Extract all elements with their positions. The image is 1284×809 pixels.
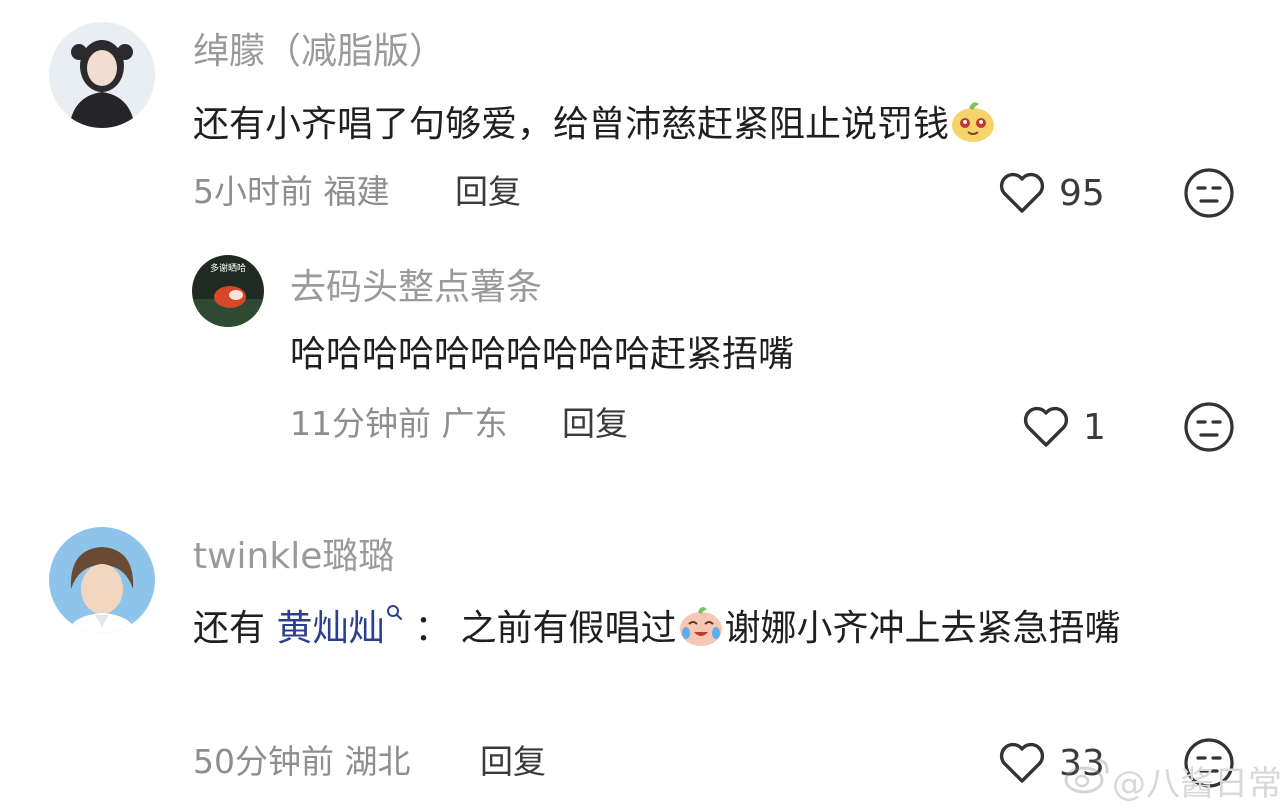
- crying-laugh-emoji-icon: [677, 600, 725, 648]
- comment-meta: 5小时前 福建: [193, 172, 390, 212]
- like-count: 95: [1059, 173, 1105, 214]
- neutral-face-icon: [1184, 402, 1234, 452]
- watermark: @八酱日常: [1112, 764, 1282, 804]
- comment-text-colon: ：: [414, 608, 451, 649]
- heart-icon: [999, 742, 1045, 783]
- comment-username[interactable]: 绰朦（减脂版）: [193, 30, 445, 74]
- comment-time: 50分钟前: [193, 742, 334, 781]
- neutral-face-icon: [1184, 168, 1234, 218]
- search-icon: [387, 605, 403, 620]
- heart-icon: [1023, 406, 1069, 447]
- comment-username[interactable]: 去码头整点薯条: [290, 266, 542, 310]
- like-button[interactable]: [996, 166, 1048, 218]
- like-button[interactable]: [1020, 400, 1072, 452]
- comment-text-mid: 之前有假唱过: [460, 608, 677, 649]
- reply-button[interactable]: 回复: [480, 742, 546, 782]
- comment-text-body: 还有小齐唱了句够爱，给曾沛慈赶紧阻止说罚钱: [193, 104, 950, 145]
- reply-button[interactable]: 回复: [562, 404, 628, 444]
- mention-link[interactable]: 黄灿灿: [276, 605, 404, 649]
- dislike-button[interactable]: [1182, 166, 1236, 220]
- comment-text-prefix: 还有: [193, 608, 277, 649]
- comment-location: 福建: [323, 172, 390, 211]
- comment-text-suffix: 谢娜小齐冲上去紧急捂嘴: [724, 608, 1121, 649]
- dislike-button[interactable]: [1182, 400, 1236, 454]
- comment-location: 广东: [441, 404, 508, 443]
- comment-meta: 50分钟前 湖北: [193, 742, 411, 782]
- comment-text: 哈哈哈哈哈哈哈哈哈哈赶紧捂嘴: [290, 334, 795, 375]
- avatar[interactable]: [49, 527, 155, 633]
- avatar[interactable]: [49, 22, 155, 128]
- avatar[interactable]: 多谢晒哈: [192, 255, 264, 327]
- avatar-caption: 多谢晒哈: [210, 262, 246, 274]
- heart-icon: [999, 172, 1045, 213]
- comment-time: 5小时前: [193, 172, 313, 211]
- comment-username[interactable]: twinkle璐璐: [193, 535, 394, 579]
- like-count: 1: [1083, 407, 1106, 448]
- cute-face-emoji-icon: [949, 96, 997, 144]
- comment-text: 还有小齐唱了句够爱，给曾沛慈赶紧阻止说罚钱: [193, 92, 997, 158]
- comment-time: 11分钟前: [290, 404, 431, 443]
- reply-button[interactable]: 回复: [455, 172, 521, 212]
- comment-meta: 11分钟前 广东: [290, 404, 508, 444]
- weibo-logo-icon: [1062, 752, 1112, 796]
- mention-name[interactable]: 黄灿灿: [276, 608, 384, 649]
- comment-location: 湖北: [344, 742, 411, 781]
- comment-text: 还有 黄灿灿 ：之前有假唱过 谢娜小齐冲上去紧急捂嘴: [193, 596, 1233, 662]
- like-button[interactable]: [996, 736, 1048, 788]
